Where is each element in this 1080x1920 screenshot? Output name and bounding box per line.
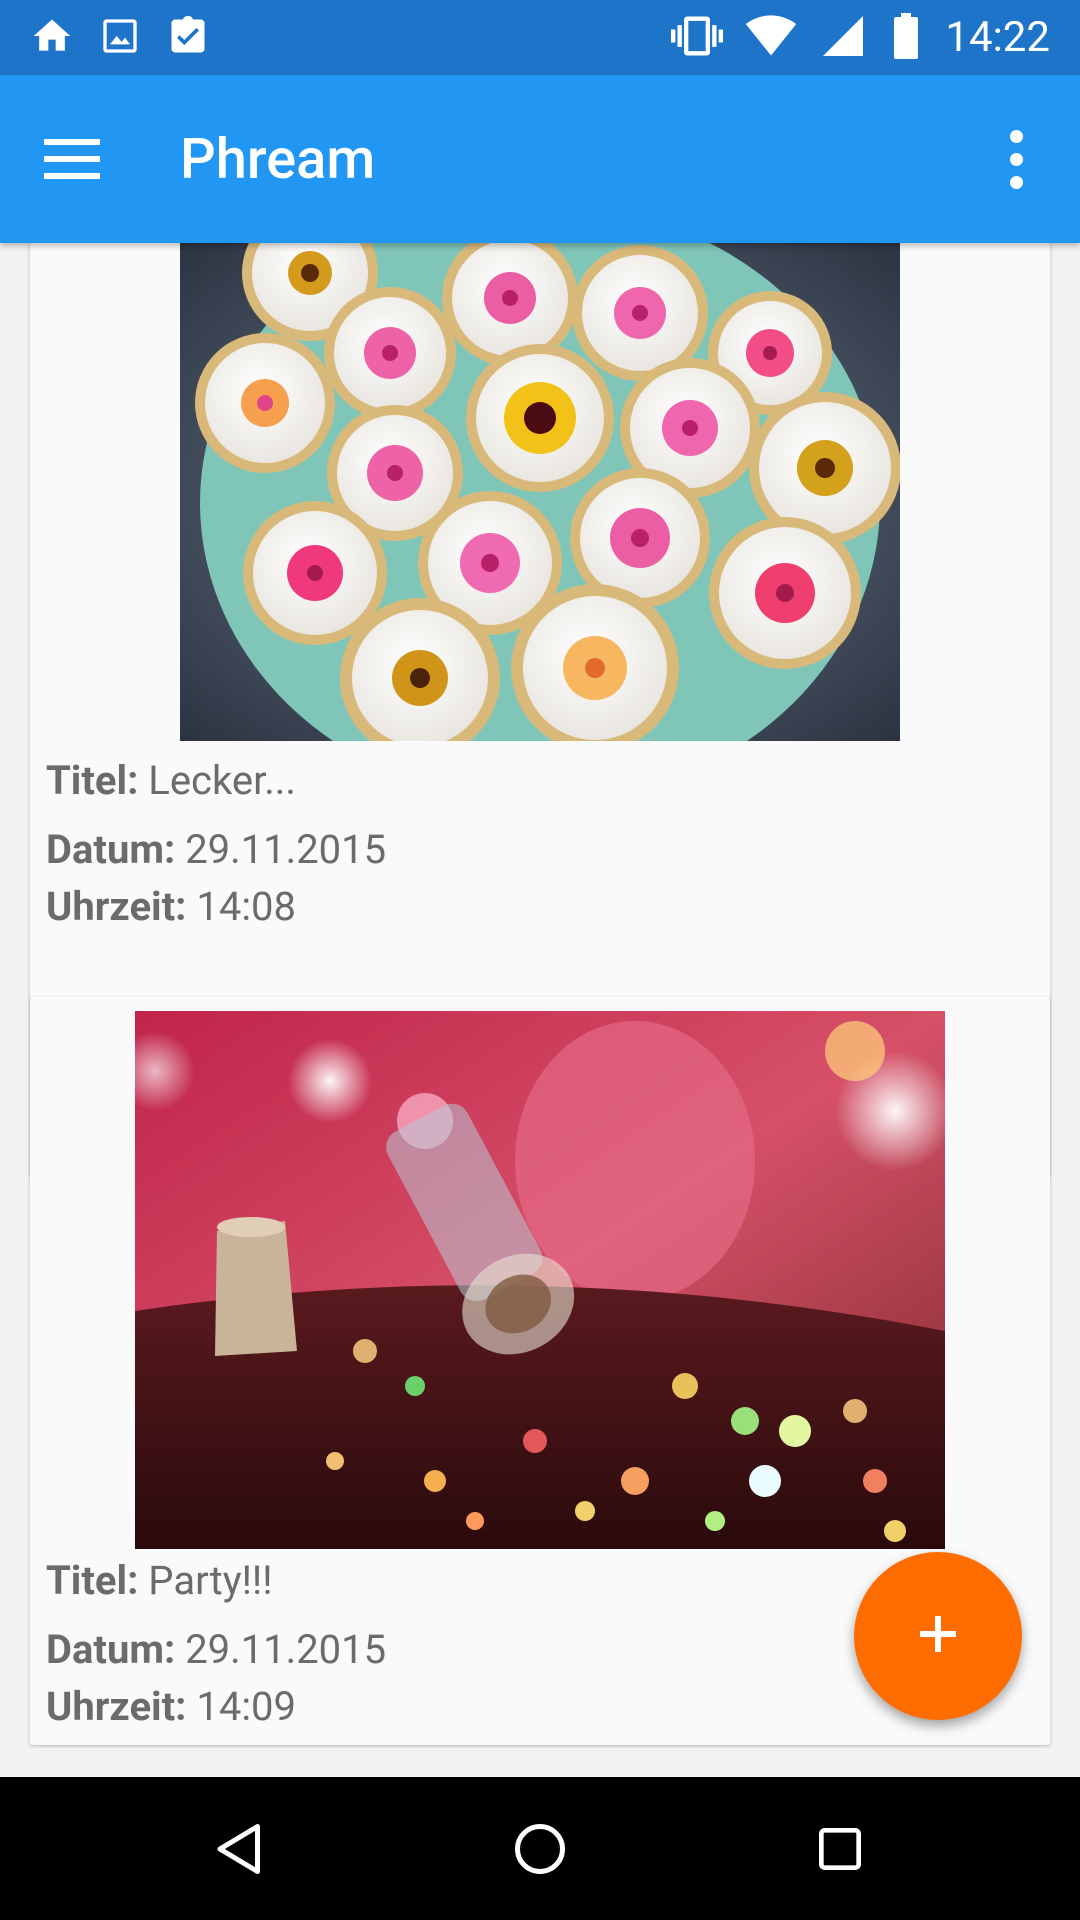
entry-title: Titel: Lecker... xyxy=(46,757,296,804)
entry-date: Datum: 29.11.2015 xyxy=(46,1626,387,1673)
clock: 14:22 xyxy=(945,13,1050,62)
entry-time: Uhrzeit: 14:08 xyxy=(46,883,296,930)
home-icon xyxy=(30,14,74,62)
status-bar: 14:22 xyxy=(0,0,1080,75)
app-bar: Phream xyxy=(0,75,1080,243)
entry-date: Datum: 29.11.2015 xyxy=(46,826,387,873)
more-vert-icon[interactable] xyxy=(992,125,1040,193)
wifi-icon xyxy=(745,10,797,66)
cell-signal-icon xyxy=(819,12,867,64)
cupcakes-photo xyxy=(180,243,900,741)
clipboard-check-icon xyxy=(166,14,210,62)
recents-icon[interactable] xyxy=(785,1794,895,1904)
vibrate-icon xyxy=(671,10,724,66)
entry-title: Titel: Party!!! xyxy=(46,1557,273,1604)
system-nav-bar xyxy=(0,1777,1080,1920)
add-entry-button[interactable] xyxy=(854,1552,1022,1720)
entry-time: Uhrzeit: 14:09 xyxy=(46,1683,296,1730)
back-icon[interactable] xyxy=(185,1794,295,1904)
image-icon xyxy=(100,16,140,60)
home-circle-icon[interactable] xyxy=(485,1794,595,1904)
hamburger-menu-icon[interactable] xyxy=(44,123,116,195)
party-bottle-photo xyxy=(135,1011,945,1549)
entry-list[interactable]: Titel: Lecker... Datum: 29.11.2015 Uhrze… xyxy=(0,243,1080,1777)
page-title: Phream xyxy=(180,126,376,192)
plus-icon xyxy=(914,1610,962,1662)
battery-icon xyxy=(889,12,923,64)
